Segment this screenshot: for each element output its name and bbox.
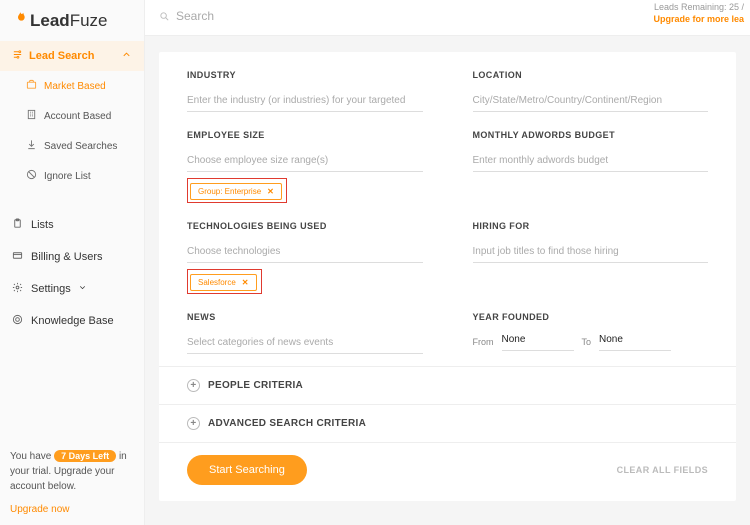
life-ring-icon <box>12 314 24 328</box>
global-search[interactable] <box>159 7 736 28</box>
tech-chip[interactable]: Salesforce ✕ <box>190 274 257 291</box>
close-icon[interactable]: ✕ <box>267 187 274 196</box>
nav-lead-search[interactable]: Lead Search <box>0 41 144 71</box>
tech-label: TECHNOLOGIES BEING USED <box>187 221 423 231</box>
nav-billing[interactable]: Billing & Users <box>0 241 144 273</box>
news-label: NEWS <box>187 312 423 322</box>
nav-item-label: Account Based <box>44 111 111 122</box>
year-from-input[interactable] <box>502 332 574 351</box>
logo-lead: Lead <box>30 11 70 30</box>
clear-all-link[interactable]: CLEAR ALL FIELDS <box>617 465 708 475</box>
nav-top-label: Billing & Users <box>31 251 103 263</box>
search-icon <box>159 11 170 25</box>
sidebar: LeadFuze Lead Search Market Based Accoun… <box>0 0 145 525</box>
employee-input[interactable] <box>187 153 423 172</box>
nav-market-based[interactable]: Market Based <box>8 71 144 101</box>
tech-input[interactable] <box>187 244 423 263</box>
expander-label: ADVANCED SEARCH CRITERIA <box>208 418 366 429</box>
gear-icon <box>12 282 24 296</box>
logo-fuze: Fuze <box>70 11 108 30</box>
adwords-input[interactable] <box>473 153 709 172</box>
chevron-up-icon <box>121 49 132 63</box>
nav-lists[interactable]: Lists <box>0 209 144 241</box>
ban-icon <box>26 169 37 183</box>
top-right: Leads Remaining: 25 / Upgrade for more l… <box>653 2 744 24</box>
close-icon[interactable]: ✕ <box>242 278 249 287</box>
nav-item-label: Market Based <box>44 81 106 92</box>
news-input[interactable] <box>187 335 423 354</box>
form-card: INDUSTRY LOCATION EMPLOYEE SIZE Group: E… <box>159 52 736 501</box>
search-input[interactable] <box>176 7 736 28</box>
adwords-label: MONTHLY ADWORDS BUDGET <box>473 130 709 140</box>
industry-label: INDUSTRY <box>187 70 423 80</box>
chip-label: Group: Enterprise <box>198 187 261 196</box>
nav-item-label: Ignore List <box>44 171 91 182</box>
nav-account-based[interactable]: Account Based <box>8 101 144 131</box>
sliders-icon <box>12 49 23 63</box>
nav-settings[interactable]: Settings <box>0 273 144 305</box>
leads-remaining: Leads Remaining: 25 / <box>653 2 744 12</box>
people-criteria-expander[interactable]: + PEOPLE CRITERIA <box>187 379 708 392</box>
hiring-label: HIRING FOR <box>473 221 709 231</box>
nav-lead-search-label: Lead Search <box>29 50 94 62</box>
trial-box: You have 7 Days Left in your trial. Upgr… <box>0 441 144 500</box>
upgrade-more-link[interactable]: Upgrade for more lea <box>653 14 744 24</box>
location-input[interactable] <box>473 93 709 112</box>
main: Leads Remaining: 25 / Upgrade for more l… <box>145 0 750 525</box>
expander-label: PEOPLE CRITERIA <box>208 380 303 391</box>
employee-label: EMPLOYEE SIZE <box>187 130 423 140</box>
nav-sub: Market Based Account Based Saved Searche… <box>0 71 144 191</box>
nav-top-label: Lists <box>31 219 54 231</box>
nav-saved-searches[interactable]: Saved Searches <box>8 131 144 161</box>
topbar: Leads Remaining: 25 / Upgrade for more l… <box>145 0 750 36</box>
flame-icon <box>12 10 28 31</box>
nav-knowledge[interactable]: Knowledge Base <box>0 305 144 337</box>
nav-top-label: Settings <box>31 283 71 295</box>
clipboard-icon <box>12 218 24 232</box>
year-to-label: To <box>582 337 592 351</box>
advanced-criteria-expander[interactable]: + ADVANCED SEARCH CRITERIA <box>187 417 708 430</box>
start-searching-button[interactable]: Start Searching <box>187 455 307 485</box>
briefcase-icon <box>26 79 37 93</box>
download-icon <box>26 139 37 153</box>
nav-item-label: Saved Searches <box>44 141 117 152</box>
plus-icon: + <box>187 417 200 430</box>
highlight-box: Salesforce ✕ <box>187 269 262 294</box>
content: INDUSTRY LOCATION EMPLOYEE SIZE Group: E… <box>145 36 750 525</box>
trial-prefix: You have <box>10 451 51 462</box>
logo: LeadFuze <box>0 0 144 41</box>
card-icon <box>12 250 24 264</box>
year-to-input[interactable] <box>599 332 671 351</box>
year-from-label: From <box>473 337 494 351</box>
industry-input[interactable] <box>187 93 423 112</box>
chevron-down-icon <box>78 283 87 295</box>
nav-top-label: Knowledge Base <box>31 315 114 327</box>
highlight-box: Group: Enterprise ✕ <box>187 178 287 203</box>
plus-icon: + <box>187 379 200 392</box>
hiring-input[interactable] <box>473 244 709 263</box>
location-label: LOCATION <box>473 70 709 80</box>
chip-label: Salesforce <box>198 278 236 287</box>
building-icon <box>26 109 37 123</box>
employee-chip[interactable]: Group: Enterprise ✕ <box>190 183 282 200</box>
trial-pill: 7 Days Left <box>54 450 116 462</box>
upgrade-now-link[interactable]: Upgrade now <box>0 500 144 525</box>
nav-ignore-list[interactable]: Ignore List <box>8 161 144 191</box>
year-label: YEAR FOUNDED <box>473 312 709 322</box>
